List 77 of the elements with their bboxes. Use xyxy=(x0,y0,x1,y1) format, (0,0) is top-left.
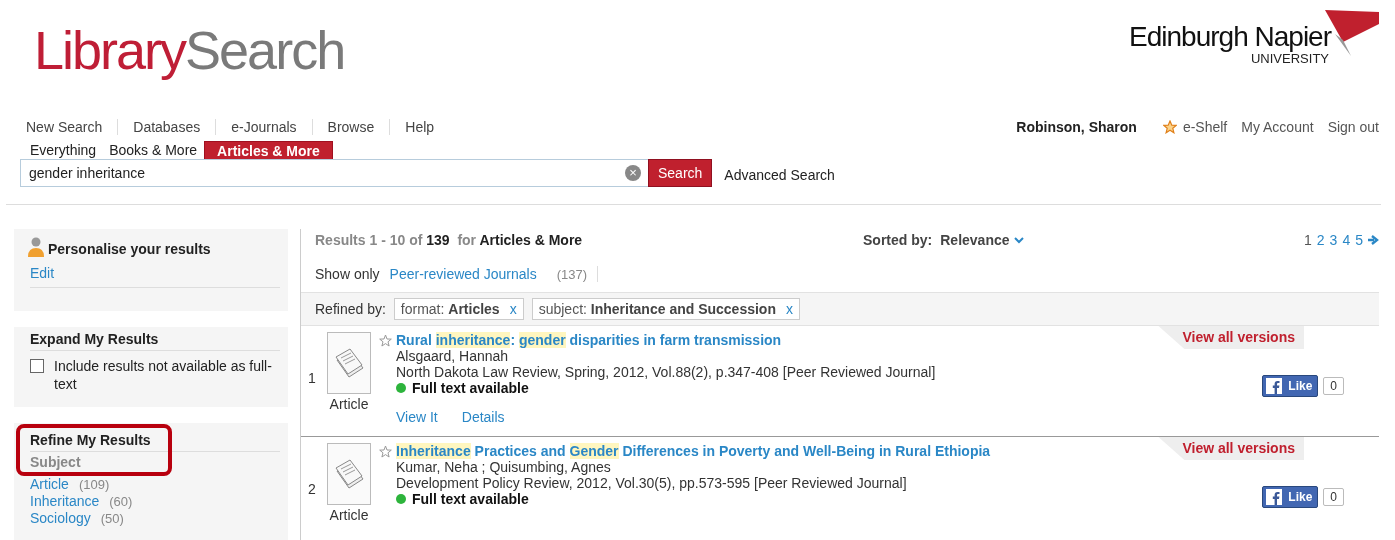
remove-button[interactable]: x xyxy=(509,301,517,317)
document-icon xyxy=(333,346,365,380)
page-link[interactable]: 1 xyxy=(1304,232,1312,248)
like-count: 0 xyxy=(1323,377,1344,395)
edit-link[interactable]: Edit xyxy=(30,265,55,281)
nav-link[interactable]: New Search xyxy=(26,119,103,135)
star-icon xyxy=(379,445,392,458)
nav-link[interactable]: Help xyxy=(405,119,435,135)
user-name: Robinson, Sharon xyxy=(1016,119,1137,135)
nav-link[interactable]: e-Journals xyxy=(231,119,297,135)
nav-link[interactable]: Browse xyxy=(327,119,375,135)
arrow-icon xyxy=(1368,235,1379,245)
refined-label: Refined by: xyxy=(315,301,386,317)
facet-link[interactable]: Sociology xyxy=(30,510,91,526)
account-link[interactable]: My Account xyxy=(1241,119,1314,135)
author-text: Kumar, Neha ; Quisumbing, Agnes xyxy=(396,459,612,475)
like-button[interactable]: Like xyxy=(1262,375,1319,397)
eshelf-link[interactable]: e-Shelf xyxy=(1162,119,1228,135)
advanced-search-link[interactable]: Advanced Search xyxy=(724,167,835,183)
result-number: 1 xyxy=(307,370,317,386)
person-icon xyxy=(28,237,44,257)
availability-text: Full text available xyxy=(412,380,529,396)
like-count: 0 xyxy=(1323,488,1344,506)
type-label: Article xyxy=(329,507,369,523)
chevron-icon xyxy=(1013,236,1024,244)
sign-out-link[interactable]: Sign out xyxy=(1327,119,1379,135)
result-title-link[interactable]: Inheritance Practices and Gender Differences in Poverty and Well-Being in Rural Ethiopia xyxy=(396,443,991,459)
library-search-logo: LibrarySearch xyxy=(33,19,346,82)
nav-link[interactable]: Databases xyxy=(133,119,201,135)
facet-link[interactable]: Article xyxy=(30,476,69,492)
scope-tab[interactable]: Articles & More xyxy=(204,141,333,159)
university-logo: Edinburgh Napier UNIVERSITY xyxy=(1129,10,1379,66)
facet-count: (109) xyxy=(78,477,110,492)
facet-link[interactable]: Inheritance xyxy=(30,493,100,509)
panel-title: Expand My Results xyxy=(30,329,280,351)
filter-count: (137) xyxy=(556,266,588,282)
author-text: Alsgaard, Hannah xyxy=(396,348,510,364)
page-link[interactable]: 5 xyxy=(1355,232,1363,248)
page-link[interactable]: 4 xyxy=(1342,232,1351,248)
panel-title: Personalise your results xyxy=(48,241,211,257)
sort-label: Sorted by: xyxy=(863,232,933,248)
page-link[interactable]: 3 xyxy=(1329,232,1338,248)
star-icon xyxy=(379,334,392,347)
scope-tab[interactable]: Everything xyxy=(24,141,103,159)
facet-count: (60) xyxy=(109,494,133,509)
refinement-text: format: Articles xyxy=(400,301,500,317)
view-versions-tab[interactable]: View all versions xyxy=(1158,437,1304,460)
scope-tab[interactable]: Books & More xyxy=(103,141,204,159)
like-button[interactable]: Like xyxy=(1262,486,1319,508)
result-link[interactable]: View It xyxy=(396,409,438,425)
facet-group-title: Subject xyxy=(30,453,82,470)
type-label: Article xyxy=(329,396,369,412)
facebook-icon xyxy=(1266,378,1283,394)
option-label: Include results not available as full-text xyxy=(54,357,273,393)
checkbox[interactable] xyxy=(30,359,44,373)
facet-count: (50) xyxy=(100,511,124,526)
refinement-text: subject: Inheritance and Succession xyxy=(538,301,776,317)
search-button[interactable]: Search xyxy=(648,159,713,187)
sort-dropdown[interactable]: Relevance xyxy=(940,232,1024,248)
show-only-label: Show only xyxy=(315,266,380,282)
availability-text: Full text available xyxy=(412,491,529,507)
results-summary: Results 1 - 10 of 139 for Articles & More xyxy=(315,232,584,248)
star-icon xyxy=(1162,120,1177,134)
document-icon xyxy=(333,457,365,491)
facebook-icon xyxy=(1266,489,1283,505)
filter-link[interactable]: Peer-reviewed Journals xyxy=(389,266,537,282)
clear-button[interactable]: × xyxy=(625,165,641,181)
source-text: North Dakota Law Review, Spring, 2012, Vol.88(2), p.347-408 [Peer Reviewed Journal] xyxy=(396,364,937,380)
remove-button[interactable]: x xyxy=(785,301,793,317)
next-page-button[interactable] xyxy=(1368,232,1379,248)
view-versions-tab[interactable]: View all versions xyxy=(1158,326,1304,349)
result-link[interactable]: Details xyxy=(461,409,505,425)
result-number: 2 xyxy=(307,481,317,497)
result-title-link[interactable]: Rural inheritance: gender disparities in farm transmission xyxy=(396,332,782,348)
panel-title: Refine My Results xyxy=(30,430,280,452)
page-link[interactable]: 2 xyxy=(1316,232,1325,248)
source-text: Development Policy Review, 2012, Vol.30(5), pp.573-595 [Peer Reviewed Journal] xyxy=(396,475,908,491)
